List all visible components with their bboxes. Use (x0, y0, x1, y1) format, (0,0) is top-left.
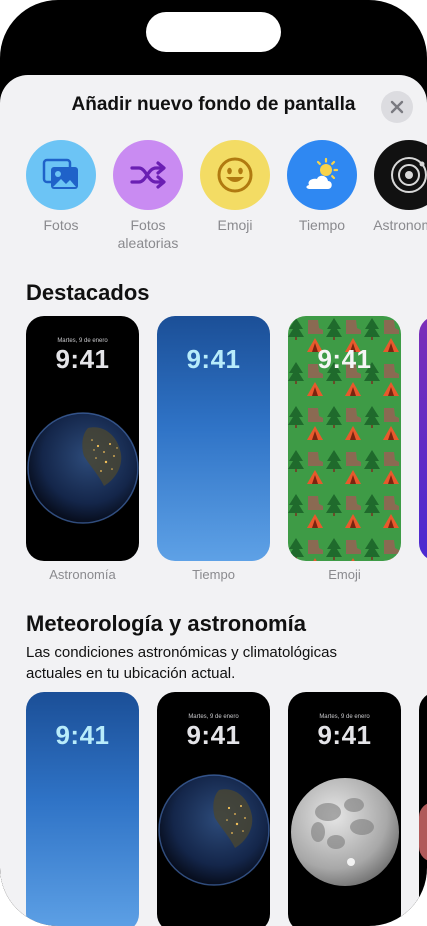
category-shuffle-photos[interactable]: Fotos aleatorias (108, 140, 188, 252)
sheet-title: Añadir nuevo fondo de pantalla (71, 94, 356, 115)
weather-category-circle (287, 140, 357, 210)
weather-section-title: Meteorología y astronomía (26, 611, 306, 636)
wallpaper-card-moon[interactable]: Martes, 9 de enero 9:41 (288, 692, 401, 926)
wallpaper-card-weather[interactable]: 9:41 (26, 692, 139, 926)
lockscreen-time: 9:41 (55, 344, 110, 374)
featured-section-title: Destacados (26, 280, 150, 305)
category-label: Tiempo (298, 217, 346, 233)
photos-category-circle (26, 140, 96, 210)
phone-frame: Añadir nuevo fondo de pantalla Fotos Fot… (0, 0, 427, 926)
emoji-category-circle (200, 140, 270, 210)
planet-edge (419, 802, 427, 862)
category-photos[interactable]: Fotos (21, 140, 101, 234)
featured-row: Martes, 9 de enero 9:41 9:41 9:41 Astron… (0, 316, 427, 586)
shuffle-icon (130, 161, 166, 189)
category-label: Fotos aleatorias (117, 217, 179, 251)
close-button[interactable] (381, 91, 413, 123)
wallpaper-card-partial[interactable] (419, 316, 427, 561)
dynamic-island (146, 12, 281, 52)
wallpaper-card-emoji[interactable]: 9:41 (288, 316, 401, 561)
emoji-smile-icon (217, 157, 253, 193)
wallpaper-categories: Fotos Fotos aleatorias Emoji Tiempo Astr… (0, 140, 427, 260)
card-label: Emoji (328, 567, 361, 582)
category-label: Astronomía (373, 217, 427, 233)
close-icon (390, 100, 404, 114)
weather-icon (306, 157, 339, 189)
weather-section-description: Las condiciones astronómicas y climatoló… (26, 644, 337, 682)
category-label: Emoji (217, 217, 253, 233)
lockscreen-time: 9:41 (317, 344, 372, 374)
category-weather[interactable]: Tiempo (282, 140, 362, 234)
astronomy-icon (391, 157, 427, 193)
photos-icon (42, 158, 78, 189)
wallpaper-card-partial[interactable] (419, 692, 427, 926)
wallpaper-card-earth[interactable]: Martes, 9 de enero 9:41 (157, 692, 270, 926)
shuffle-category-circle (113, 140, 183, 210)
category-emoji[interactable]: Emoji (195, 140, 275, 234)
wallpaper-card-weather[interactable]: 9:41 (157, 316, 270, 561)
lockscreen-time: 9:41 (55, 720, 110, 750)
category-label: Fotos (43, 217, 79, 233)
lockscreen-time: 9:41 (186, 720, 241, 750)
lockscreen-time: 9:41 (186, 344, 241, 374)
wallpaper-card-astronomy[interactable]: Martes, 9 de enero 9:41 (26, 316, 139, 561)
astronomy-category-circle (374, 140, 427, 210)
card-label: Astronomía (49, 567, 116, 582)
weather-row: 9:41 Martes, 9 de enero 9:41 Martes, 9 d… (0, 692, 427, 926)
category-astronomy[interactable]: Astronomía (369, 140, 427, 234)
lockscreen-time: 9:41 (317, 720, 372, 750)
add-wallpaper-sheet: Añadir nuevo fondo de pantalla Fotos Fot… (0, 75, 427, 926)
card-label: Tiempo (192, 567, 235, 582)
